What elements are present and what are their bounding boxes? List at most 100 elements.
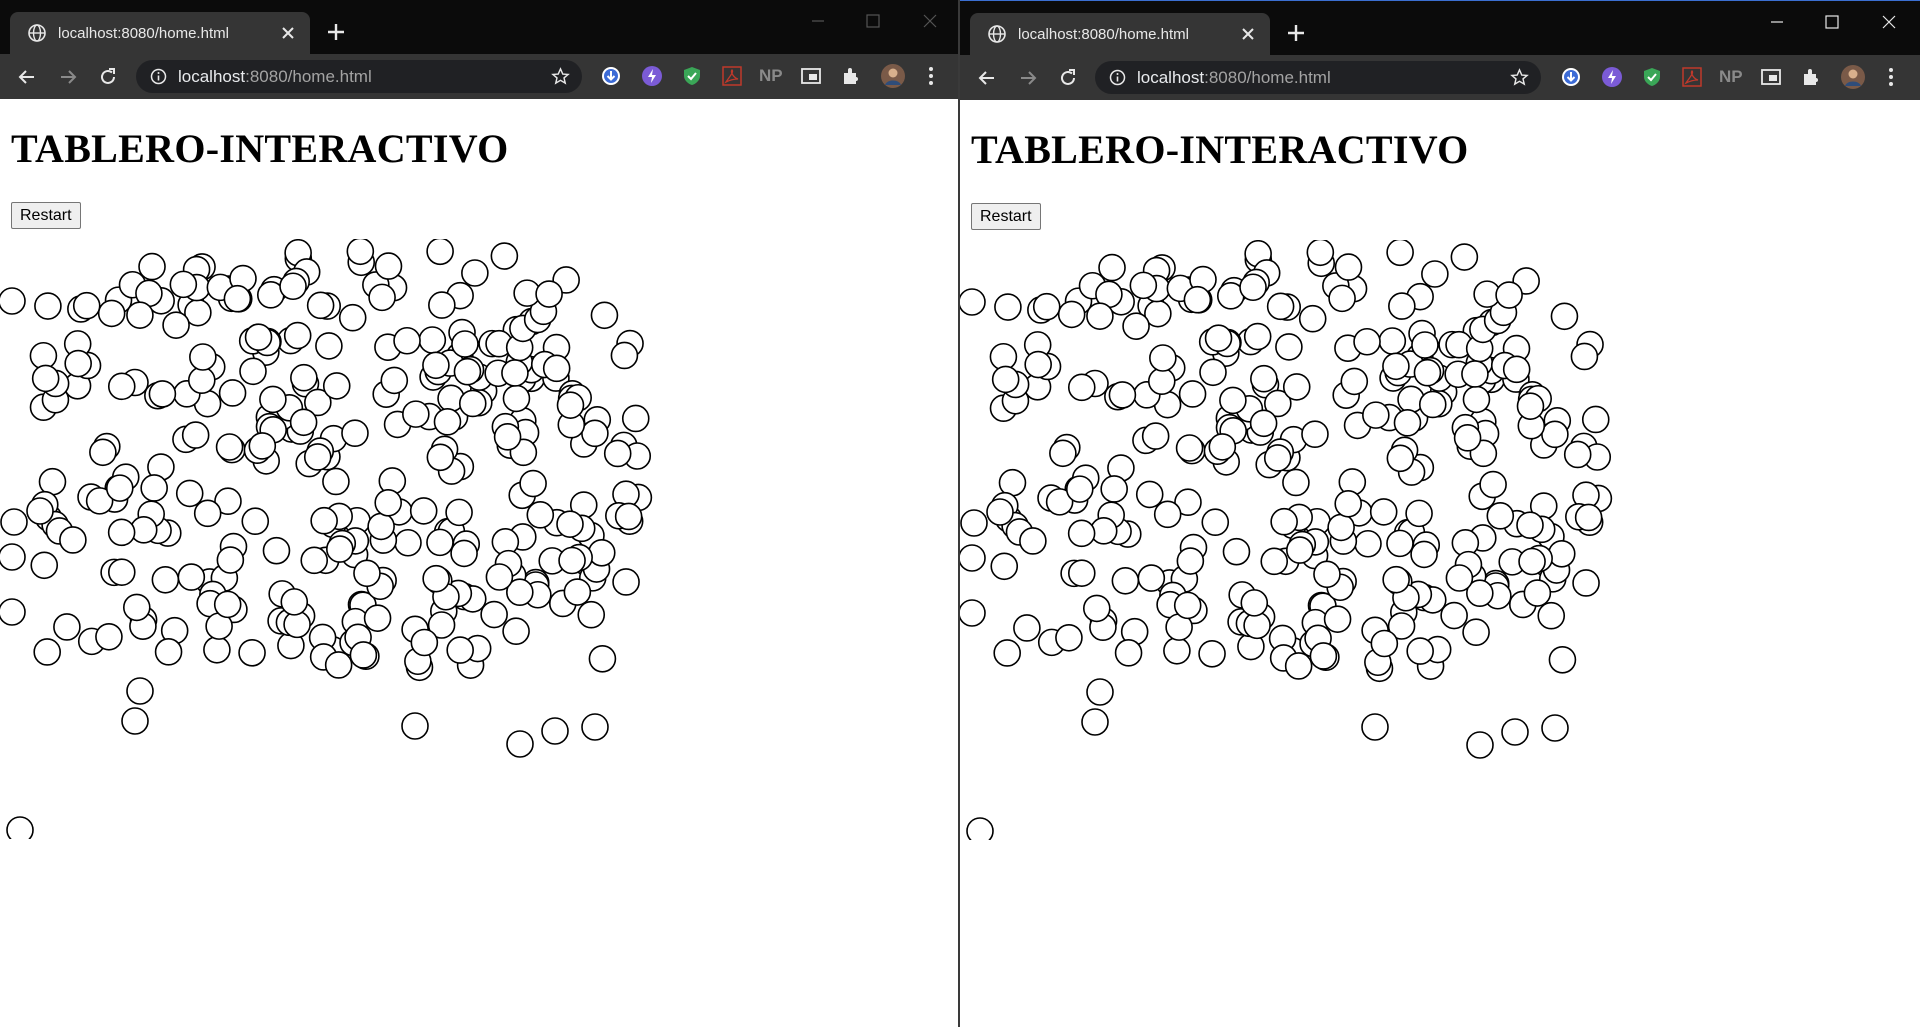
board-circle[interactable]: [426, 443, 455, 472]
address-bar[interactable]: localhost:8080/home.html: [1095, 61, 1541, 94]
board-circle[interactable]: [1572, 569, 1600, 597]
board-circle[interactable]: [1523, 579, 1552, 607]
board-circle[interactable]: [458, 389, 487, 418]
board-circle[interactable]: [1086, 302, 1114, 330]
site-info-icon[interactable]: [150, 68, 167, 85]
board-circle[interactable]: [1340, 367, 1369, 396]
board-circle[interactable]: [960, 599, 986, 627]
board-circle[interactable]: [1175, 434, 1204, 462]
board-circle[interactable]: [1284, 652, 1313, 680]
board-circle[interactable]: [241, 507, 270, 536]
board-circle[interactable]: [502, 617, 530, 646]
board-circle[interactable]: [121, 707, 149, 735]
board-circle[interactable]: [1541, 714, 1569, 742]
board-circle[interactable]: [960, 288, 986, 316]
board-circle[interactable]: [998, 468, 1027, 497]
board-circle[interactable]: [181, 421, 210, 449]
board-circle[interactable]: [1382, 565, 1410, 594]
board-circle[interactable]: [502, 384, 531, 413]
board-circle[interactable]: [30, 551, 59, 580]
board-circle[interactable]: [26, 497, 54, 525]
board-circle[interactable]: [1386, 444, 1415, 473]
board-circle[interactable]: [1260, 547, 1289, 576]
board-circle[interactable]: [1270, 507, 1298, 536]
board-circle[interactable]: [433, 408, 462, 436]
board-circle[interactable]: [0, 287, 26, 315]
board-circle[interactable]: [368, 283, 396, 312]
board-circle[interactable]: [1301, 420, 1329, 448]
board-circle[interactable]: [1334, 253, 1363, 281]
reload-icon[interactable]: [1057, 67, 1079, 89]
board-circle[interactable]: [519, 469, 547, 498]
board-circle[interactable]: [1518, 547, 1546, 576]
board-circle[interactable]: [1413, 358, 1442, 387]
board-circle[interactable]: [581, 713, 609, 741]
board-circle[interactable]: [97, 299, 126, 328]
board-circle[interactable]: [105, 474, 134, 502]
browser-tab[interactable]: localhost:8080/home.html: [970, 13, 1270, 55]
board-circle[interactable]: [1149, 344, 1177, 372]
board-circle[interactable]: [446, 636, 474, 664]
board-circle[interactable]: [409, 497, 438, 525]
board-circle[interactable]: [1081, 708, 1109, 736]
bookmark-star-icon[interactable]: [1510, 68, 1529, 87]
board-circle[interactable]: [341, 419, 369, 447]
board-circle[interactable]: [283, 321, 312, 350]
board-circle[interactable]: [1388, 292, 1416, 320]
board-circle[interactable]: [353, 559, 381, 588]
board-circle[interactable]: [290, 363, 318, 392]
shield-extension-icon[interactable]: [681, 65, 703, 87]
board-circle[interactable]: [315, 332, 343, 360]
board-circle[interactable]: [349, 641, 378, 669]
board-circle[interactable]: [1393, 409, 1422, 437]
board-circle[interactable]: [453, 357, 482, 386]
board-circle[interactable]: [418, 326, 447, 354]
board-circle[interactable]: [138, 252, 166, 281]
forward-arrow-icon[interactable]: [1017, 67, 1039, 89]
board-circle[interactable]: [485, 563, 514, 591]
board-circle[interactable]: [1198, 640, 1226, 668]
address-bar[interactable]: localhost:8080/home.html: [136, 60, 582, 93]
board-circle[interactable]: [122, 593, 151, 622]
board-circle[interactable]: [1570, 342, 1599, 371]
board-circle[interactable]: [213, 590, 242, 619]
board-circle[interactable]: [223, 284, 252, 313]
close-tab-icon[interactable]: [1240, 26, 1256, 42]
board-circle[interactable]: [126, 301, 154, 329]
board-circle[interactable]: [193, 499, 222, 528]
board-circle[interactable]: [1178, 380, 1207, 408]
board-circle[interactable]: [1550, 302, 1579, 331]
board-circle[interactable]: [326, 535, 354, 563]
board-circle[interactable]: [374, 252, 403, 280]
board-circle[interactable]: [1201, 508, 1230, 537]
profile-avatar[interactable]: [1840, 64, 1866, 90]
board-circle[interactable]: [1135, 480, 1164, 509]
forward-arrow-icon[interactable]: [57, 66, 79, 88]
board-circle[interactable]: [1111, 566, 1140, 595]
board-circle[interactable]: [34, 292, 62, 320]
board-circle[interactable]: [590, 301, 619, 330]
board-circle[interactable]: [558, 546, 586, 575]
board-circle[interactable]: [140, 474, 168, 502]
board-circle[interactable]: [1067, 373, 1096, 402]
board-circle[interactable]: [1137, 564, 1166, 592]
board-circle[interactable]: [450, 539, 478, 568]
board-circle[interactable]: [1286, 536, 1314, 564]
chrome-menu-icon[interactable]: [920, 65, 942, 87]
board-circle[interactable]: [0, 543, 26, 571]
board-circle[interactable]: [248, 432, 277, 460]
board-circle[interactable]: [1266, 292, 1295, 321]
board-circle[interactable]: [1282, 373, 1311, 401]
board-circle[interactable]: [1411, 331, 1439, 359]
board-circle[interactable]: [1328, 284, 1356, 313]
profile-avatar[interactable]: [880, 63, 906, 89]
board-circle[interactable]: [95, 622, 123, 651]
np-extension-icon[interactable]: NP: [759, 66, 785, 88]
board-circle[interactable]: [480, 600, 508, 629]
board-circle[interactable]: [541, 717, 569, 745]
board-circle[interactable]: [1450, 243, 1479, 271]
board-circle[interactable]: [1495, 281, 1523, 309]
board-circle[interactable]: [59, 526, 87, 554]
board-circle[interactable]: [148, 380, 177, 408]
board-circle[interactable]: [1462, 618, 1490, 647]
